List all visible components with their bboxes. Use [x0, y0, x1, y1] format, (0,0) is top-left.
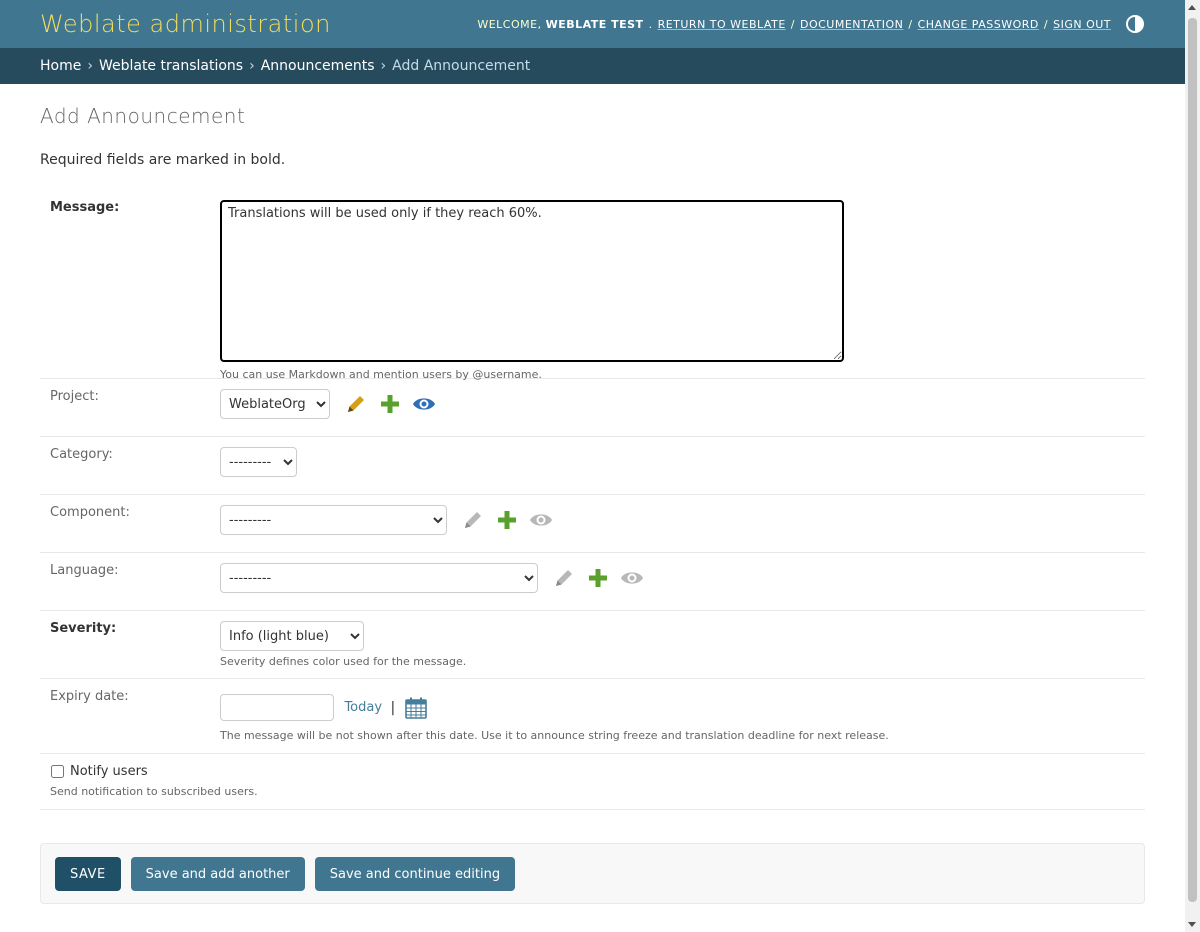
category-row: Category: --------- [40, 437, 1145, 495]
notify-users-label[interactable]: Notify users [70, 764, 148, 779]
expiry-date-input[interactable] [220, 694, 334, 721]
eye-icon [530, 514, 553, 526]
site-branding[interactable]: Weblate administration [40, 10, 331, 38]
date-shortcut-separator: | [390, 699, 396, 716]
language-label: Language: [50, 563, 119, 578]
sign-out-link[interactable]: Sign out [1053, 18, 1111, 31]
expiry-date-label: Expiry date: [50, 689, 129, 704]
eye-icon[interactable] [412, 392, 436, 416]
message-label: Message: [50, 200, 120, 215]
project-row: Project: WeblateOrg [40, 379, 1145, 437]
plus-icon[interactable] [495, 508, 519, 532]
eye-icon [621, 572, 644, 584]
project-select[interactable]: WeblateOrg [220, 389, 330, 419]
header: Weblate administration Welcome, Weblate … [0, 0, 1185, 48]
breadcrumb: Home › Weblate translations › Announceme… [0, 48, 1185, 84]
vertical-scrollbar[interactable] [1185, 0, 1200, 932]
category-select[interactable]: --------- [220, 447, 297, 477]
message-textarea[interactable]: Translations will be used only if they r… [220, 200, 844, 362]
save-and-add-another-button[interactable]: Save and add another [130, 857, 305, 891]
expiry-date-row: Expiry date: Today | The message will be… [40, 679, 1145, 754]
breadcrumb-home[interactable]: Home [40, 58, 81, 74]
language-related-actions [542, 566, 644, 590]
severity-row: Severity: Info (light blue) Severity def… [40, 611, 1145, 679]
breadcrumb-announcements[interactable]: Announcements [261, 58, 375, 74]
language-row: Language: --------- [40, 553, 1145, 611]
component-row: Component: --------- [40, 495, 1145, 553]
plus-icon[interactable] [378, 392, 402, 416]
expiry-date-help: The message will be not shown after this… [220, 729, 889, 742]
breadcrumb-weblate-translations[interactable]: Weblate translations [99, 58, 243, 74]
main-content: Add Announcement Required fields are mar… [40, 84, 1145, 810]
pencil-icon[interactable] [344, 392, 368, 416]
notify-users-help: Send notification to subscribed users. [50, 785, 258, 798]
component-related-actions [451, 508, 553, 532]
severity-label: Severity: [50, 621, 117, 636]
notify-users-checkbox[interactable] [51, 765, 64, 778]
return-to-weblate-link[interactable]: Return to Weblate [658, 18, 786, 31]
breadcrumb-current: Add Announcement [392, 58, 531, 74]
plus-icon[interactable] [586, 566, 610, 590]
project-label: Project: [50, 389, 99, 404]
scroll-down-arrow-icon[interactable] [1188, 922, 1196, 927]
severity-select[interactable]: Info (light blue) [220, 621, 364, 651]
message-row: Message: Translations will be used only … [40, 190, 1145, 381]
page-title: Add Announcement [40, 104, 246, 128]
project-related-actions [334, 392, 436, 416]
save-button[interactable]: Save [55, 857, 121, 891]
notify-users-row: Notify users Send notification to subscr… [40, 754, 1145, 810]
required-fields-note: Required fields are marked in bold. [40, 152, 286, 168]
theme-toggle-icon[interactable] [1125, 14, 1145, 34]
component-select[interactable]: --------- [220, 505, 447, 535]
scroll-up-arrow-icon[interactable] [1188, 5, 1196, 10]
today-link[interactable]: Today [344, 700, 382, 715]
category-label: Category: [50, 447, 113, 462]
calendar-icon[interactable] [404, 696, 428, 720]
severity-help: Severity defines color used for the mess… [220, 655, 467, 668]
pencil-icon [556, 570, 573, 586]
user-tools: Welcome, Weblate Test. Return to Weblate… [477, 14, 1145, 34]
language-select[interactable]: --------- [220, 563, 538, 593]
scroll-thumb[interactable] [1188, 18, 1197, 902]
submit-row: Save Save and add another Save and conti… [40, 843, 1145, 904]
change-password-link[interactable]: Change password [918, 18, 1039, 31]
save-and-continue-editing-button[interactable]: Save and continue editing [314, 857, 516, 891]
documentation-link[interactable]: Documentation [800, 18, 903, 31]
component-label: Component: [50, 505, 130, 520]
pencil-icon [465, 512, 482, 528]
user-name: Weblate Test [545, 17, 644, 31]
welcome-label: Welcome, [477, 17, 542, 31]
